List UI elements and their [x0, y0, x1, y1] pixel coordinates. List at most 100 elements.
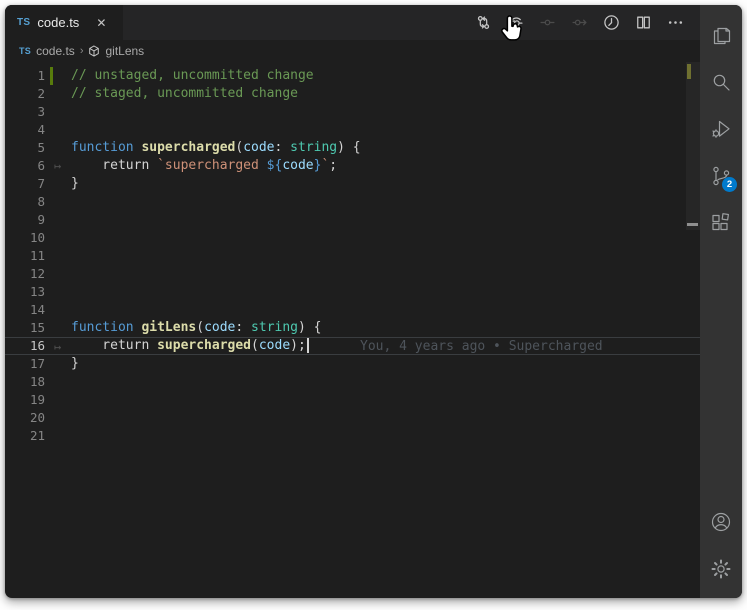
gear-icon	[709, 557, 733, 581]
gutter-zone	[45, 247, 71, 265]
line-number: 21	[29, 428, 45, 443]
activity-bar-accounts[interactable]	[700, 498, 742, 545]
breadcrumb-symbol[interactable]: gitLens	[105, 44, 144, 58]
code-line[interactable]: 13	[5, 283, 700, 301]
line-number: 8	[37, 194, 45, 209]
breadcrumb[interactable]: TS code.ts › gitLens	[5, 40, 700, 62]
gutter-zone	[45, 139, 71, 157]
code-line[interactable]: 14	[5, 301, 700, 319]
code-line[interactable]: 5 function supercharged(code: string) {	[5, 139, 700, 157]
line-number: 5	[37, 140, 45, 155]
code-text: function gitLens(code: string) {	[71, 320, 322, 335]
line-number: 7	[37, 176, 45, 191]
code-line[interactable]: 9	[5, 211, 700, 229]
code-line[interactable]: 20	[5, 409, 700, 427]
line-number: 15	[29, 320, 45, 335]
code-line[interactable]: 6 ↦ return `supercharged ${code}`;	[5, 157, 700, 175]
code-line[interactable]: 16 ↦ return supercharged(code); You, 4 yea…	[5, 337, 700, 355]
code-line[interactable]: 8	[5, 193, 700, 211]
editor-group: TS code.ts ✕ TS code.ts › gitLens 1 // un…	[5, 5, 700, 598]
gutter-zone	[45, 301, 71, 319]
gutter-zone: ↦	[45, 157, 71, 175]
code-text: function supercharged(code: string) {	[71, 140, 361, 155]
activity-bar-settings[interactable]	[700, 545, 742, 592]
account-icon	[709, 510, 733, 534]
line-number: 20	[29, 410, 45, 425]
tab-bar: TS code.ts ✕	[5, 5, 700, 40]
line-number: 3	[37, 104, 45, 119]
next-change-button[interactable]	[566, 10, 592, 36]
line-number: 16	[29, 338, 45, 353]
code-line[interactable]: 7}	[5, 175, 700, 193]
code-line[interactable]: 1 // unstaged, uncommitted change	[5, 67, 700, 85]
gutter-zone	[45, 265, 71, 283]
activity-bar-run-and-debug[interactable]	[700, 105, 742, 152]
gutter-zone	[45, 373, 71, 391]
code-editor[interactable]: 1 // unstaged, uncommitted change 2 // stag…	[5, 62, 700, 598]
code-line[interactable]: 11	[5, 247, 700, 265]
line-number: 17	[29, 356, 45, 371]
activity-bar-extensions[interactable]	[700, 199, 742, 246]
symbol-cube-icon	[88, 45, 100, 57]
activity-bar-source-control[interactable]: 2	[700, 152, 742, 199]
line-number: 19	[29, 392, 45, 407]
code-line[interactable]: 21	[5, 427, 700, 445]
breadcrumb-file[interactable]: code.ts	[36, 44, 75, 58]
prev-change-icon	[507, 14, 524, 31]
line-number: 18	[29, 374, 45, 389]
typescript-file-icon: TS	[17, 17, 31, 28]
scrollbar-slider[interactable]	[686, 62, 700, 230]
gitlens-compare-icon	[475, 14, 492, 31]
code-line[interactable]: 12	[5, 265, 700, 283]
source-control-badge: 2	[722, 177, 737, 192]
line-number: 1	[37, 68, 45, 83]
file-history-button[interactable]	[598, 10, 624, 36]
split-editor-icon	[635, 14, 652, 31]
typescript-file-icon: TS	[19, 46, 32, 56]
gutter-zone	[45, 175, 71, 193]
split-editor-button[interactable]	[630, 10, 656, 36]
code-text: return supercharged(code);	[71, 337, 309, 355]
tab-label: code.ts	[37, 15, 80, 30]
gutter-change-arrow-icon: ↦	[54, 159, 62, 173]
gitlens-compare-button[interactable]	[470, 10, 496, 36]
code-text: }	[71, 176, 79, 191]
activity-bar-search[interactable]	[700, 58, 742, 105]
line-number: 4	[37, 122, 45, 137]
tab-code-ts[interactable]: TS code.ts ✕	[5, 5, 123, 40]
code-line[interactable]: 4	[5, 121, 700, 139]
previous-change-button[interactable]	[502, 10, 528, 36]
close-tab-icon[interactable]: ✕	[96, 16, 106, 30]
ellipsis-icon	[667, 14, 684, 31]
history-clock-icon	[603, 14, 620, 31]
line-number: 2	[37, 86, 45, 101]
gitlens-blame-annotation: You, 4 years ago • Supercharged	[360, 339, 603, 354]
more-actions-button[interactable]	[662, 10, 688, 36]
extensions-icon	[709, 211, 733, 235]
code-text: }	[71, 356, 79, 371]
gutter-zone	[45, 391, 71, 409]
gutter-zone	[45, 355, 71, 373]
code-line[interactable]: 3	[5, 103, 700, 121]
code-line[interactable]: 2 // staged, uncommitted change	[5, 85, 700, 103]
gutter-added-marker	[50, 67, 53, 85]
gutter-zone	[45, 121, 71, 139]
code-line[interactable]: 17}	[5, 355, 700, 373]
code-line[interactable]: 19	[5, 391, 700, 409]
code-text: return `supercharged ${code}`;	[71, 158, 338, 173]
line-number: 9	[37, 212, 45, 227]
gutter-zone	[45, 427, 71, 445]
gutter-zone	[45, 211, 71, 229]
gutter-zone	[45, 409, 71, 427]
line-number: 10	[29, 230, 45, 245]
code-line[interactable]: 18	[5, 373, 700, 391]
overview-added-marker	[687, 64, 691, 79]
overview-ruler[interactable]	[686, 62, 700, 598]
code-line[interactable]: 15 function gitLens(code: string) {	[5, 319, 700, 337]
activity-bar-explorer[interactable]	[700, 11, 742, 58]
next-change-icon	[571, 14, 588, 31]
code-line[interactable]: 10	[5, 229, 700, 247]
current-change-button[interactable]	[534, 10, 560, 36]
gutter-change-arrow-icon: ↦	[54, 340, 62, 354]
code-text: // unstaged, uncommitted change	[71, 68, 314, 83]
